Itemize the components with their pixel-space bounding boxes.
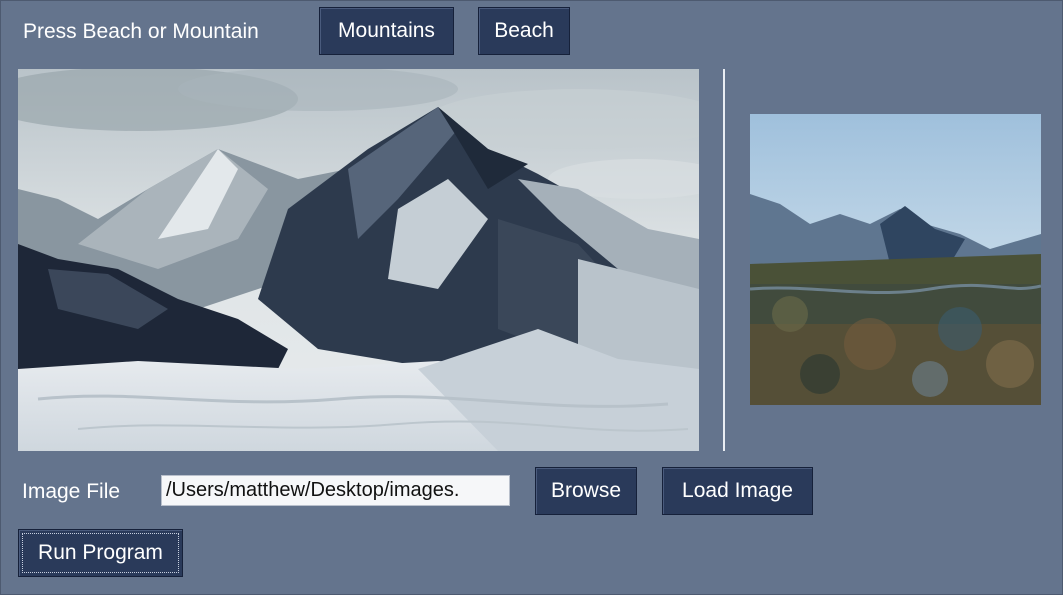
load-image-button[interactable]: Load Image xyxy=(662,467,813,515)
mountain-painting-image xyxy=(18,69,699,451)
browse-button[interactable]: Browse xyxy=(535,467,637,515)
image-file-label: Image File xyxy=(22,480,121,503)
vertical-divider xyxy=(723,69,725,451)
run-program-button[interactable]: Run Program xyxy=(18,529,183,577)
prompt-label: Press Beach or Mountain xyxy=(23,20,259,43)
stylized-output-image xyxy=(750,114,1041,405)
beach-button[interactable]: Beach xyxy=(478,7,570,55)
mountains-button[interactable]: Mountains xyxy=(319,7,454,55)
image-path-input[interactable] xyxy=(161,475,510,506)
